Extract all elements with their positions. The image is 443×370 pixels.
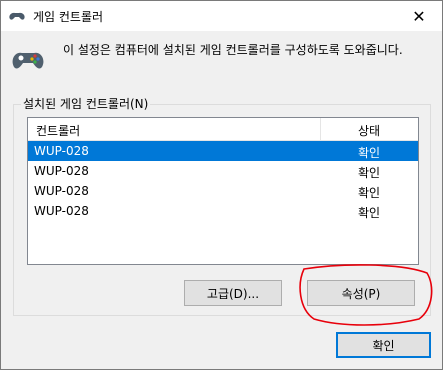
dialog-window: 게임 컨트롤러 ✕ 이 설정은 컴퓨터에 설치된 게임 컨트롤러를 구성하도록 … bbox=[0, 0, 443, 370]
red-circle-annotation bbox=[299, 264, 433, 326]
